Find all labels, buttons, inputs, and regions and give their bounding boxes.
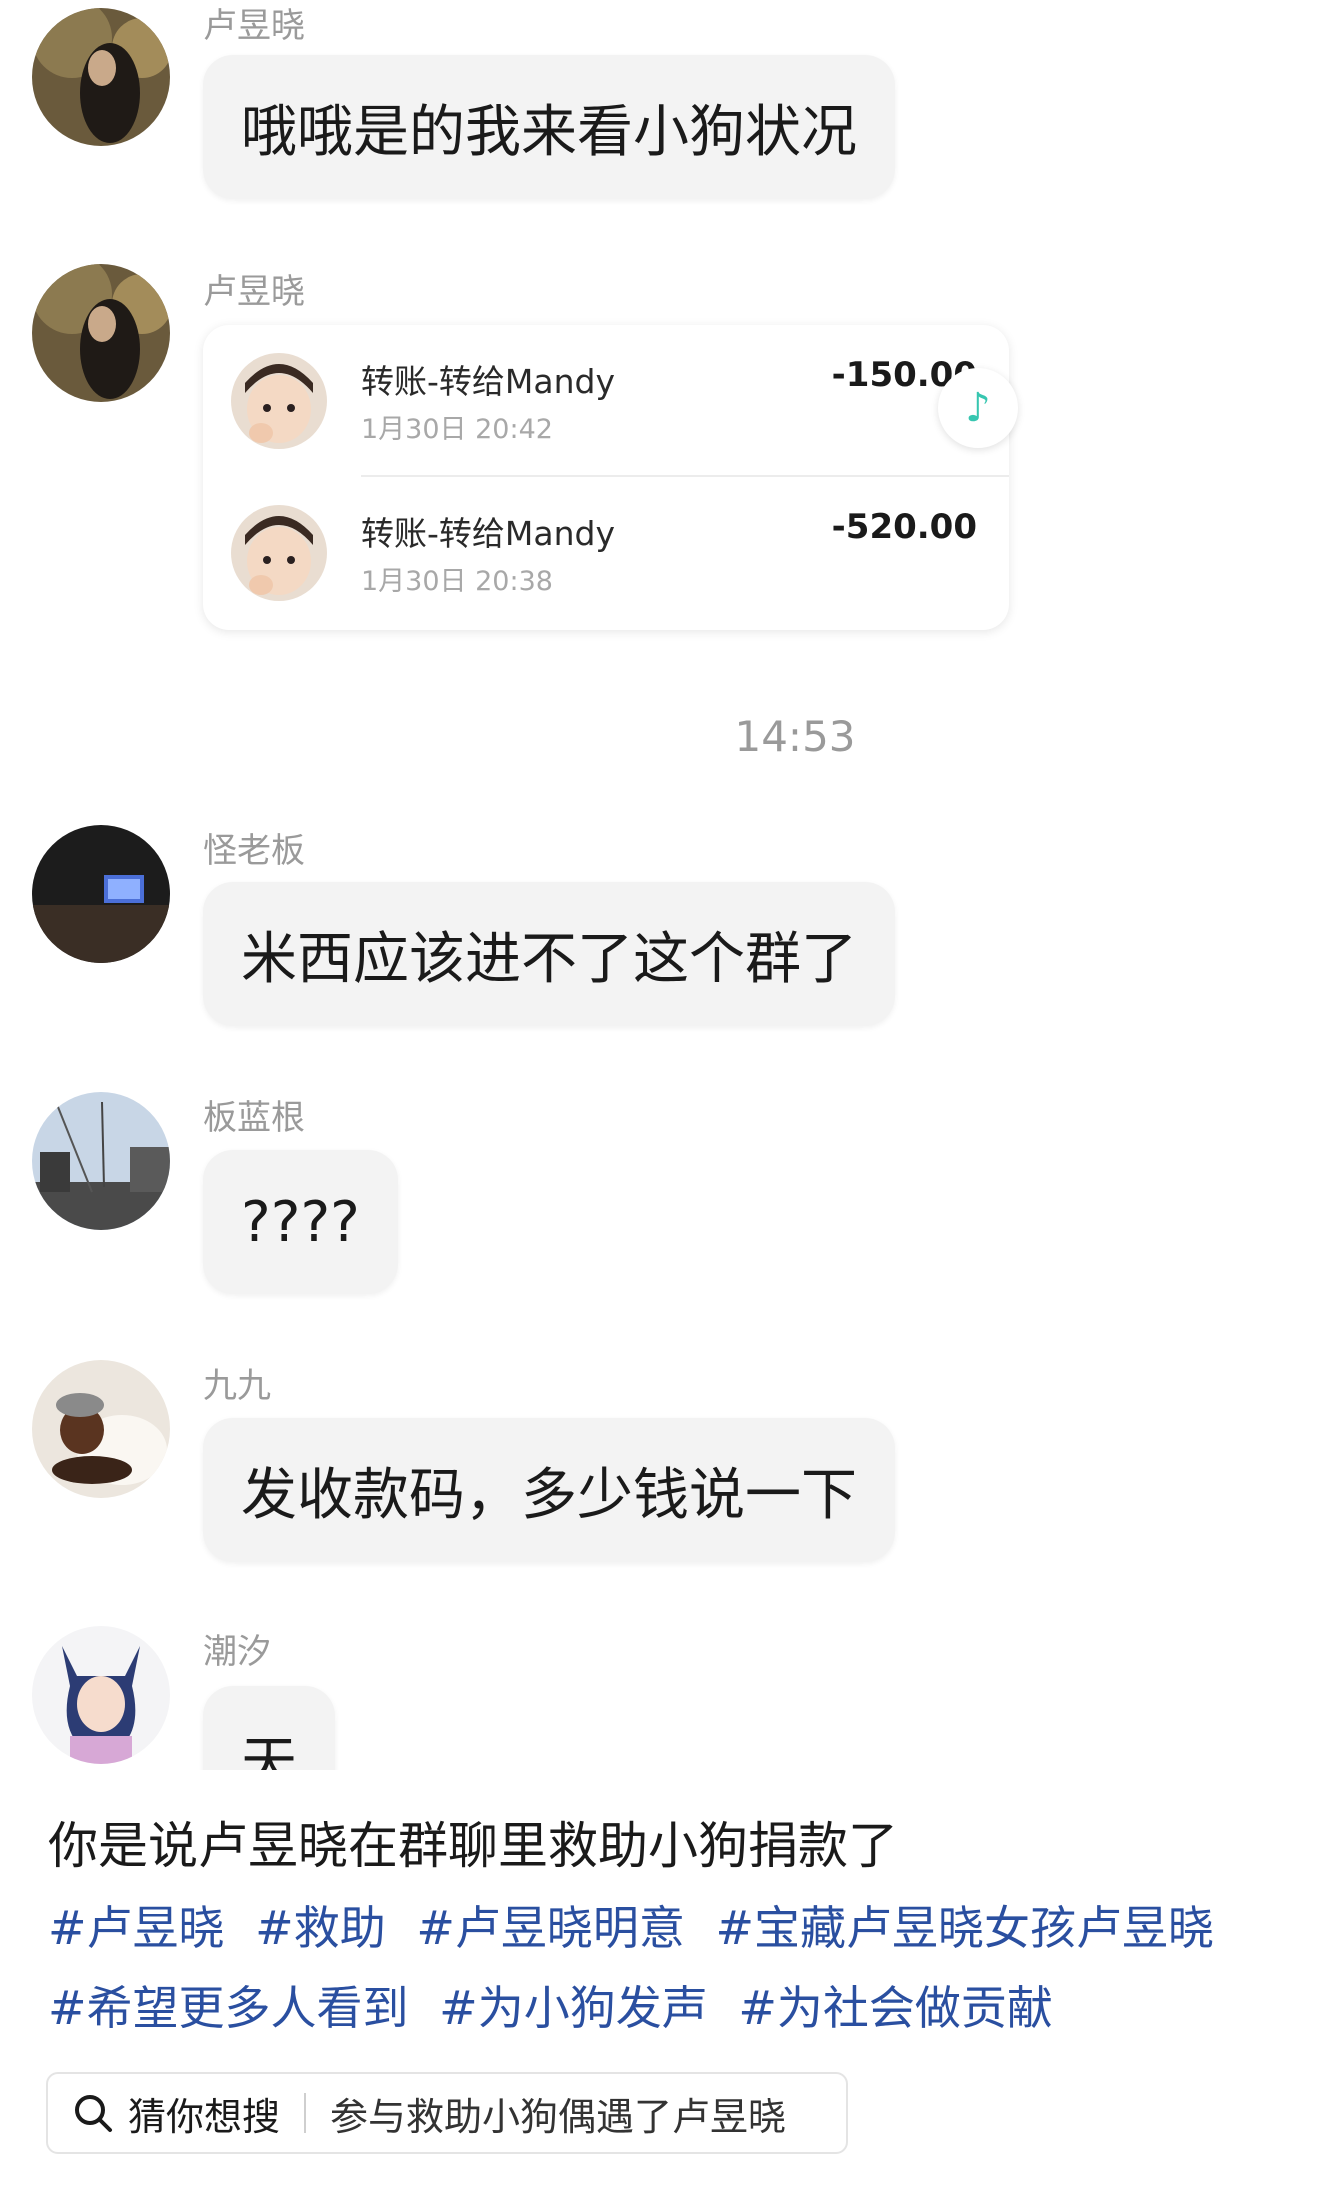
post-caption: 你是说卢昱晓在群聊里救助小狗捐款了 #卢昱晓 #救助 #卢昱晓明意 #宝藏卢昱晓… bbox=[0, 1770, 1320, 2195]
hashtag-link[interactable]: #为小狗发声 bbox=[439, 1981, 708, 2035]
transfer-record-card[interactable]: 转账-转给Mandy 1月30日 20:42 -150.00 转账-转给Mand… bbox=[203, 325, 1009, 630]
hashtag-list: #卢昱晓 #救助 #卢昱晓明意 #宝藏卢昱晓女孩卢昱晓 #希望更多人看到 #为小… bbox=[48, 1888, 1288, 2048]
transfer-title: 转账-转给Mandy bbox=[361, 514, 615, 553]
avatar[interactable] bbox=[32, 1626, 170, 1764]
sender-name: 卢昱晓 bbox=[203, 6, 305, 46]
sender-name: 怪老板 bbox=[203, 831, 305, 871]
payee-avatar bbox=[231, 505, 327, 601]
sender-name: 板蓝根 bbox=[203, 1098, 305, 1138]
sender-name: 九九 bbox=[203, 1366, 271, 1406]
chat-timestamp: 14:53 bbox=[734, 712, 856, 761]
message-bubble[interactable]: 米西应该进不了这个群了 bbox=[203, 882, 895, 1026]
hashtag-link[interactable]: #为社会做贡献 bbox=[738, 1981, 1053, 2035]
search-label: 猜你想搜 bbox=[128, 2094, 281, 2139]
avatar[interactable] bbox=[32, 8, 170, 146]
post-title: 你是说卢昱晓在群聊里救助小狗捐款了 bbox=[48, 1817, 898, 1875]
payee-avatar bbox=[231, 353, 327, 449]
search-icon bbox=[72, 2092, 114, 2134]
divider bbox=[304, 2093, 307, 2133]
avatar[interactable] bbox=[32, 1360, 170, 1498]
avatar[interactable] bbox=[32, 1092, 170, 1230]
message-bubble[interactable]: 哦哦是的我来看小狗状况 bbox=[203, 55, 895, 199]
message-bubble[interactable]: ???? bbox=[203, 1150, 398, 1294]
transfer-row[interactable]: 转账-转给Mandy 1月30日 20:38 -520.00 bbox=[203, 477, 1009, 627]
message-bubble[interactable]: 发收款码，多少钱说一下 bbox=[203, 1418, 895, 1562]
hashtag-link[interactable]: #卢昱晓明意 bbox=[416, 1901, 685, 1955]
avatar[interactable] bbox=[32, 264, 170, 402]
hashtag-link[interactable]: #宝藏卢昱晓女孩卢昱晓 bbox=[716, 1901, 1215, 1955]
chat-screenshot: 卢昱晓 哦哦是的我来看小狗状况 卢昱晓 转账-转给Mandy 1月30日 20:… bbox=[0, 0, 1320, 1770]
sender-name: 潮汐 bbox=[203, 1632, 271, 1672]
message-bubble[interactable]: 天 bbox=[203, 1686, 335, 1770]
transfer-title: 转账-转给Mandy bbox=[361, 362, 615, 401]
transfer-row[interactable]: 转账-转给Mandy 1月30日 20:42 -150.00 bbox=[203, 325, 1009, 477]
suggested-search-bar[interactable]: 猜你想搜 参与救助小狗偶遇了卢昱晓 bbox=[46, 2072, 848, 2154]
hashtag-link[interactable]: #卢昱晓 bbox=[48, 1901, 225, 1955]
hashtag-link[interactable]: #希望更多人看到 bbox=[48, 1981, 409, 2035]
hashtag-link[interactable]: #救助 bbox=[255, 1901, 386, 1955]
transfer-amount: -520.00 bbox=[831, 507, 977, 547]
music-note-icon[interactable]: ♪ bbox=[938, 368, 1018, 448]
transfer-date: 1月30日 20:38 bbox=[361, 566, 553, 597]
sender-name: 卢昱晓 bbox=[203, 272, 305, 312]
avatar[interactable] bbox=[32, 825, 170, 963]
search-suggestion[interactable]: 参与救助小狗偶遇了卢昱晓 bbox=[330, 2086, 786, 2141]
transfer-date: 1月30日 20:42 bbox=[361, 414, 553, 445]
